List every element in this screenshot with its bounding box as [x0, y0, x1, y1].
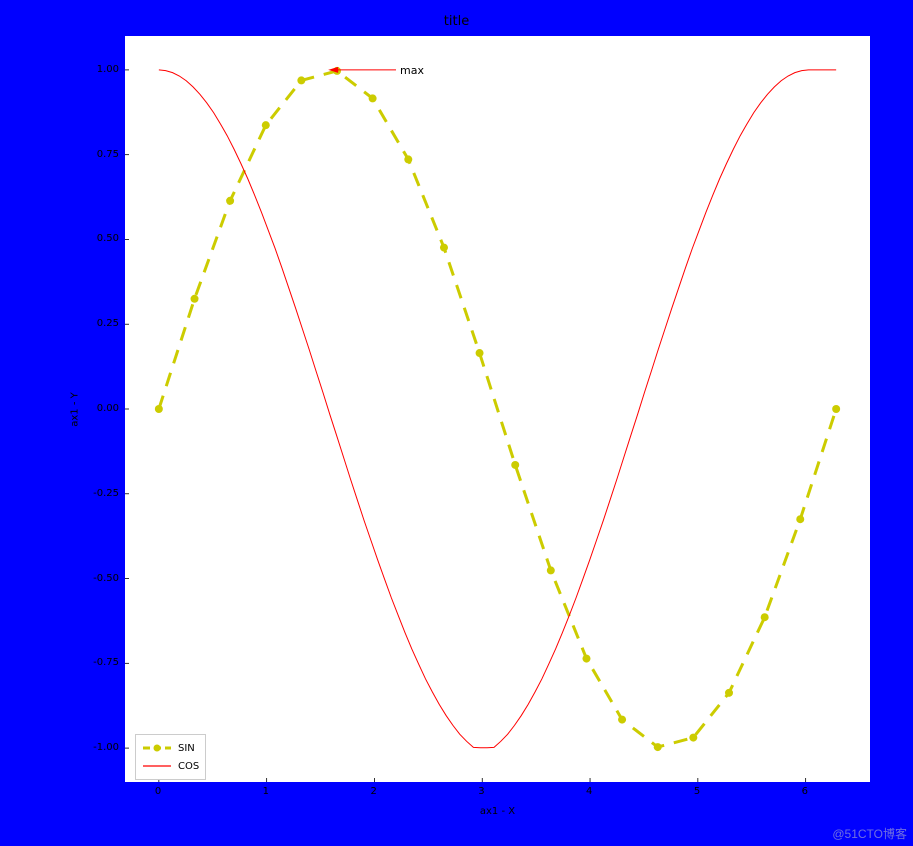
legend-swatch-cos: [142, 759, 172, 773]
x-tick-label: 5: [694, 786, 700, 797]
y-tick-label: -0.25: [93, 488, 119, 499]
y-tick-label: 0.25: [97, 318, 119, 329]
svg-text:max: max: [400, 64, 424, 77]
y-axis-label: ax1 - Y: [68, 36, 82, 782]
legend-label-sin: SIN: [178, 743, 195, 754]
legend: SIN COS: [135, 734, 206, 780]
y-tick-label: 1.00: [97, 64, 119, 75]
x-axis-label: ax1 - X: [125, 806, 870, 817]
x-tick-label: 2: [370, 786, 376, 797]
plot-area: max: [125, 36, 870, 782]
chart-title: title: [0, 14, 913, 29]
y-tick-label: 0.00: [97, 403, 119, 414]
legend-label-cos: COS: [178, 761, 199, 772]
x-tick-label: 0: [155, 786, 161, 797]
y-tick-label: -0.75: [93, 657, 119, 668]
legend-entry-cos: COS: [142, 757, 199, 775]
x-tick-label: 1: [263, 786, 269, 797]
y-tick-label: -1.00: [93, 742, 119, 753]
x-tick-label: 4: [586, 786, 592, 797]
chart-svg: max: [125, 36, 870, 782]
y-tick-label: -0.50: [93, 573, 119, 584]
y-tick-label: 0.75: [97, 149, 119, 160]
y-tick-label: 0.50: [97, 233, 119, 244]
x-tick-label: 6: [802, 786, 808, 797]
legend-swatch-sin: [142, 741, 172, 755]
legend-entry-sin: SIN: [142, 739, 199, 757]
watermark: @51CTO博客: [832, 825, 907, 842]
x-tick-label: 3: [478, 786, 484, 797]
